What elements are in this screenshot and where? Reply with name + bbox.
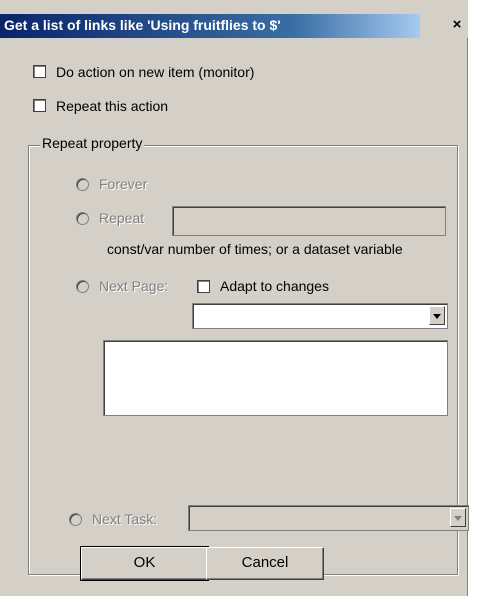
next-task-label: Next Task: — [92, 511, 158, 527]
next-page-textarea[interactable] — [103, 340, 448, 416]
next-page-select[interactable] — [192, 303, 448, 329]
repeat-count-input[interactable] — [172, 206, 446, 236]
forever-radio[interactable] — [76, 178, 89, 191]
title-bar: Get a list of links like 'Using fruitfli… — [0, 0, 468, 38]
next-page-label: Next Page: — [99, 278, 169, 294]
next-page-radio[interactable] — [76, 280, 89, 293]
cancel-button[interactable]: Cancel — [206, 547, 324, 580]
repeat-label: Repeat — [99, 210, 145, 226]
do-action-label: Do action on new item (monitor) — [56, 64, 255, 80]
adapt-to-changes-checkbox[interactable] — [197, 280, 210, 293]
repeat-radio[interactable] — [76, 212, 89, 225]
adapt-to-changes-label: Adapt to changes — [220, 278, 329, 294]
forever-label: Forever — [99, 176, 148, 192]
window-title: Get a list of links like 'Using fruitfli… — [4, 17, 281, 33]
close-icon[interactable]: × — [448, 16, 466, 34]
ok-button[interactable]: OK — [80, 546, 209, 581]
do-action-checkbox[interactable] — [33, 65, 46, 78]
repeat-property-legend: Repeat property — [40, 135, 145, 151]
next-task-radio[interactable] — [69, 513, 82, 526]
dialog-window: Get a list of links like 'Using fruitfli… — [0, 0, 469, 596]
repeat-action-label: Repeat this action — [56, 98, 169, 114]
next-task-select[interactable] — [188, 505, 469, 531]
repeat-hint: const/var number of times; or a dataset … — [107, 241, 403, 257]
chevron-down-icon[interactable] — [429, 306, 445, 325]
repeat-action-checkbox[interactable] — [33, 99, 46, 112]
chevron-down-icon[interactable] — [450, 508, 466, 527]
